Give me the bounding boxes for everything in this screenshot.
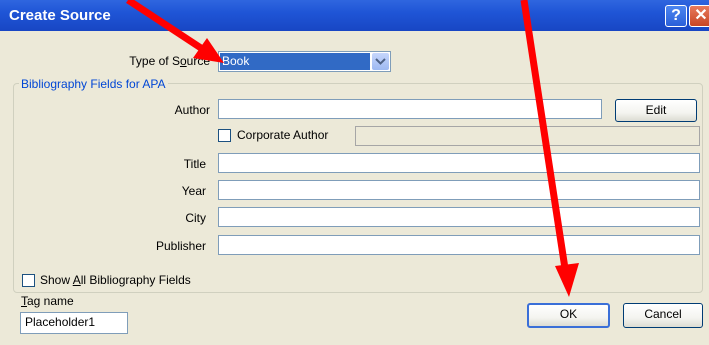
type-of-source-label: Type of Source [129,54,210,68]
publisher-label: Publisher [155,239,206,253]
group-legend: Bibliography Fields for APA [19,77,168,91]
year-input[interactable] [218,180,700,200]
tag-name-input[interactable]: Placeholder1 [20,312,128,334]
year-label: Year [181,184,206,198]
close-button[interactable]: ✕ [689,5,709,27]
show-all-fields-checkbox[interactable] [22,274,35,287]
publisher-input[interactable] [218,235,700,255]
ok-button[interactable]: OK [527,303,610,328]
cancel-button[interactable]: Cancel [623,303,703,328]
author-label: Author [174,103,210,117]
dialog-body: Type of Source Book Bibliography Fields … [0,31,709,345]
tag-name-label: Tag name [21,294,74,308]
title-input[interactable] [218,153,700,173]
city-label: City [185,211,206,225]
corporate-author-label: Corporate Author [237,128,329,142]
type-of-source-value: Book [220,53,370,70]
type-of-source-select[interactable]: Book [218,51,391,72]
corporate-author-input[interactable] [355,126,700,146]
city-input[interactable] [218,207,700,227]
help-button[interactable]: ? [665,5,687,27]
show-all-fields-label: Show All Bibliography Fields [40,273,191,287]
chevron-down-icon[interactable] [372,53,389,70]
title-label: Title [183,157,206,171]
title-bar: Create Source ? ✕ [0,0,709,31]
create-source-dialog: Create Source ? ✕ Type of Source Book Bi… [0,0,709,345]
corporate-author-checkbox[interactable] [218,129,231,142]
window-title: Create Source [9,7,111,24]
author-input[interactable] [218,99,602,119]
edit-button[interactable]: Edit [615,99,697,122]
